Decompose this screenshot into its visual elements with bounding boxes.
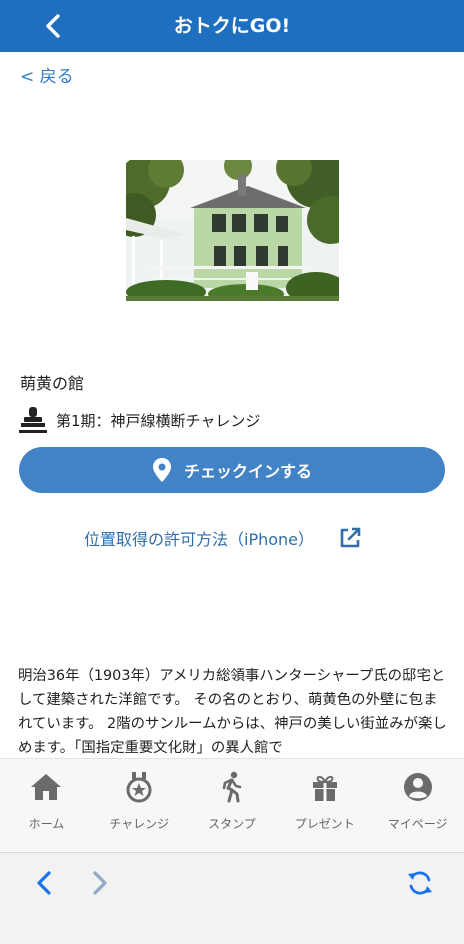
home-icon <box>30 771 62 803</box>
challenge-name: 第1期：神戸線横断チャレンジ <box>56 411 261 430</box>
stamp-icon <box>19 407 47 433</box>
medal-icon <box>123 771 155 803</box>
external-link-icon <box>340 527 361 548</box>
reload-icon <box>408 871 432 895</box>
browser-back-icon <box>37 871 51 895</box>
back-link-label: < 戻る <box>20 67 74 87</box>
tab-challenge-label: チャレンジ <box>109 817 170 831</box>
location-permission-label: 位置取得の許可方法（iPhone） <box>84 530 315 549</box>
checkin-button-label: チェックインする <box>183 462 312 481</box>
tab-stamp[interactable]: スタンプ <box>186 759 279 852</box>
tab-mypage-label: マイページ <box>387 817 448 831</box>
spot-description: 明治36年（1903年）アメリカ総領事ハンターシャープ氏の邸宅として建築された洋… <box>18 668 447 756</box>
spot-photo <box>126 160 339 301</box>
spot-name: 萌黄の館 <box>20 374 85 393</box>
browser-back-button[interactable] <box>24 867 64 899</box>
tab-challenge[interactable]: チャレンジ <box>93 759 186 852</box>
page-title: おトクにGO! <box>173 15 291 37</box>
tab-mypage[interactable]: マイページ <box>371 759 464 852</box>
house-photo <box>126 160 339 301</box>
tab-present-label: プレゼント <box>294 817 355 831</box>
tab-home-label: ホーム <box>28 817 65 831</box>
user-circle-icon <box>402 771 434 803</box>
browser-forward-button[interactable] <box>80 867 120 899</box>
browser-reload-button[interactable] <box>400 867 440 899</box>
challenge-info: 第1期：神戸線横断チャレンジ <box>18 404 260 436</box>
tab-bar: ホーム チャレンジ スタンプ プレゼント マイページ <box>0 758 464 852</box>
back-link[interactable]: < 戻る <box>20 64 74 90</box>
checkin-button[interactable]: チェックインする <box>19 447 445 493</box>
location-permission-link[interactable]: 位置取得の許可方法（iPhone） <box>84 524 362 552</box>
tab-present[interactable]: プレゼント <box>278 759 371 852</box>
tab-stamp-label: スタンプ <box>208 817 256 831</box>
gift-icon <box>309 771 341 803</box>
app-header: おトクにGO! <box>0 0 464 52</box>
browser-forward-icon <box>93 871 107 895</box>
walking-person-icon <box>216 771 248 803</box>
browser-toolbar <box>0 852 464 944</box>
map-pin-icon <box>152 458 171 482</box>
tab-home[interactable]: ホーム <box>0 759 93 852</box>
